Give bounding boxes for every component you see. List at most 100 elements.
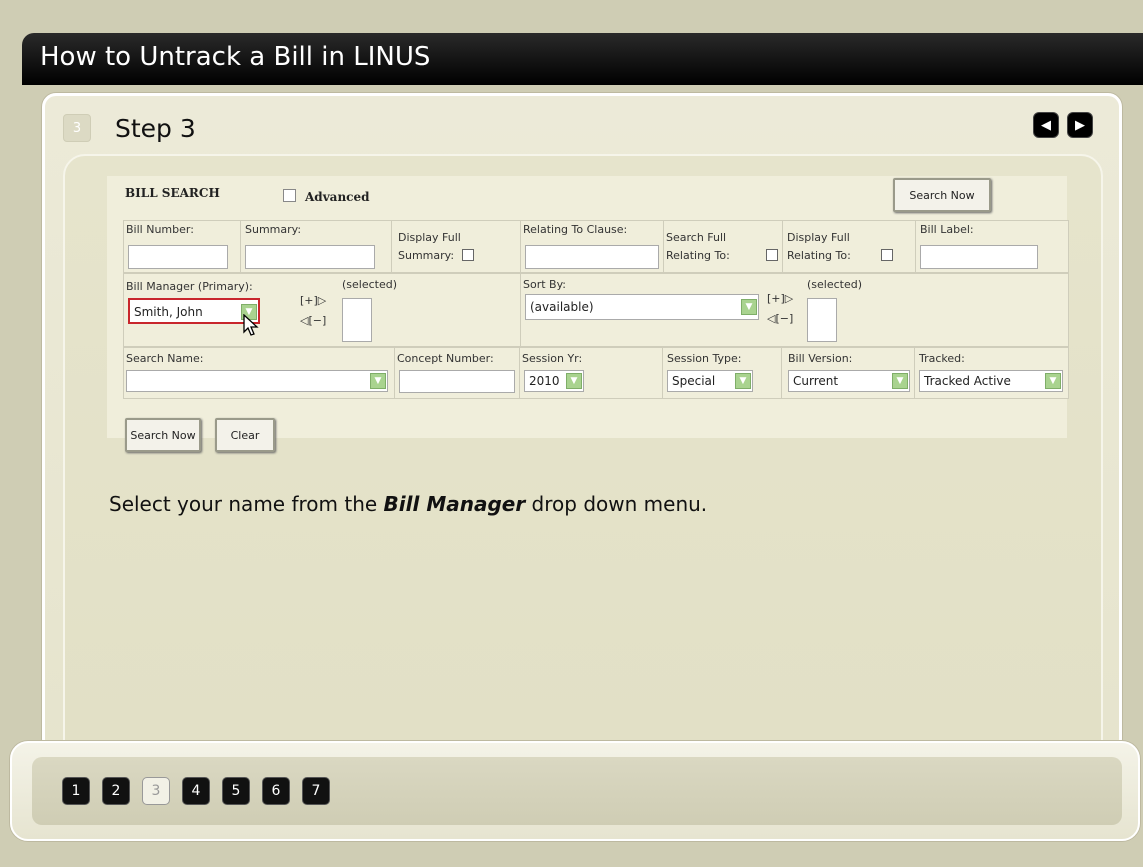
- summary-label: Summary:: [245, 223, 302, 236]
- instruction-pre: Select your name from the: [109, 492, 384, 516]
- advanced-label: Advanced: [305, 190, 370, 204]
- selected-sort-list[interactable]: [807, 298, 837, 342]
- sort-by-select[interactable]: (available) ▼: [525, 294, 759, 320]
- step-header: 3 Step 3: [63, 108, 196, 148]
- page-button-4[interactable]: 4: [182, 777, 210, 805]
- tracked-label: Tracked:: [919, 352, 965, 365]
- relating-clause-input[interactable]: [525, 245, 659, 269]
- page-buttons: 1 2 3 4 5 6 7: [62, 777, 330, 805]
- search-full-label-1: Search Full: [666, 231, 727, 244]
- concept-number-input[interactable]: [399, 370, 515, 393]
- session-type-select[interactable]: Special ▼: [667, 370, 753, 392]
- clear-button[interactable]: Clear: [215, 418, 275, 452]
- display-full-summary-label-2: Summary:: [398, 249, 455, 262]
- add-sort-icon[interactable]: [+]▷: [767, 292, 793, 305]
- instruction-post: drop down menu.: [525, 492, 708, 516]
- remove-sort-icon[interactable]: ◁[−]: [767, 312, 793, 325]
- step-panel: 3 Step 3 ◀ ▶ BILL SEARCH Advanced Search…: [42, 93, 1122, 754]
- cell-display-full-relating: Display Full Relating To:: [783, 221, 915, 272]
- search-now-button[interactable]: Search Now: [125, 418, 201, 452]
- tracked-select[interactable]: Tracked Active ▼: [919, 370, 1063, 392]
- search-full-checkbox[interactable]: [766, 249, 778, 261]
- chevron-down-icon: ▼: [735, 373, 751, 389]
- content-card: BILL SEARCH Advanced Search Now Bill Num…: [63, 154, 1103, 754]
- cell-tracked: Tracked: Tracked Active ▼: [915, 348, 1068, 398]
- previous-step-button[interactable]: ◀: [1033, 112, 1059, 138]
- instruction-emphasis: Bill Manager: [383, 492, 526, 516]
- search-now-top-button[interactable]: Search Now: [893, 178, 991, 212]
- cell-bill-version: Bill Version: Current ▼: [782, 348, 914, 398]
- cell-relating-clause: Relating To Clause:: [521, 221, 663, 272]
- search-full-label-2: Relating To:: [666, 249, 730, 262]
- instruction-text: Select your name from the Bill Manager d…: [109, 492, 707, 516]
- cell-display-full-summary: Display Full Summary:: [392, 221, 520, 272]
- page-button-2[interactable]: 2: [102, 777, 130, 805]
- form-row-3: Search Name: ▼ Concept Number: Session Y…: [123, 347, 1069, 399]
- chevron-down-icon: ▼: [1045, 373, 1061, 389]
- step-navigation: ◀ ▶: [1033, 112, 1093, 138]
- add-manager-icon[interactable]: [+]▷: [300, 294, 326, 307]
- sort-by-value: (available): [530, 300, 594, 314]
- cell-session-type: Session Type: Special ▼: [663, 348, 781, 398]
- display-full-relating-label-2: Relating To:: [787, 249, 851, 262]
- cell-bill-label: Bill Label:: [916, 221, 1068, 272]
- chevron-down-icon: ▼: [892, 373, 908, 389]
- page-button-7[interactable]: 7: [302, 777, 330, 805]
- bill-manager-label: Bill Manager (Primary):: [126, 280, 253, 293]
- summary-input[interactable]: [245, 245, 375, 269]
- page-button-6[interactable]: 6: [262, 777, 290, 805]
- remove-manager-icon[interactable]: ◁[−]: [300, 314, 326, 327]
- bill-label-label: Bill Label:: [920, 223, 974, 236]
- page-button-5[interactable]: 5: [222, 777, 250, 805]
- previous-icon: ◀: [1041, 117, 1051, 133]
- page-title: How to Untrack a Bill in LINUS: [22, 33, 1143, 85]
- cell-sort-by: Sort By: (available) ▼ [+]▷ ◁[−] (select…: [521, 274, 1068, 346]
- bill-version-select[interactable]: Current ▼: [788, 370, 910, 392]
- bill-search-screenshot: BILL SEARCH Advanced Search Now Bill Num…: [107, 176, 1069, 452]
- page-button-1[interactable]: 1: [62, 777, 90, 805]
- cell-bill-number: Bill Number:: [124, 221, 240, 272]
- chevron-down-icon: ▼: [370, 373, 386, 389]
- page-navigation-inner: 1 2 3 4 5 6 7: [32, 757, 1122, 825]
- search-name-label: Search Name:: [126, 352, 204, 365]
- tracked-value: Tracked Active: [924, 374, 1011, 388]
- selected-manager-list[interactable]: [342, 298, 372, 342]
- bill-manager-value: Smith, John: [134, 305, 203, 319]
- session-yr-label: Session Yr:: [522, 352, 583, 365]
- concept-number-label: Concept Number:: [397, 352, 494, 365]
- cell-summary: Summary:: [241, 221, 391, 272]
- selected-manager-label: (selected): [342, 278, 398, 291]
- next-icon: ▶: [1075, 117, 1085, 133]
- step-number-badge: 3: [63, 114, 91, 142]
- display-full-relating-label-1: Display Full: [787, 231, 850, 244]
- cell-session-yr: Session Yr: 2010 ▼: [520, 348, 662, 398]
- display-full-summary-label-1: Display Full: [398, 231, 461, 244]
- bill-number-input[interactable]: [128, 245, 228, 269]
- session-type-label: Session Type:: [667, 352, 742, 365]
- display-full-summary-checkbox[interactable]: [462, 249, 474, 261]
- search-name-select[interactable]: ▼: [126, 370, 388, 392]
- cell-concept-number: Concept Number:: [395, 348, 519, 398]
- display-full-relating-checkbox[interactable]: [881, 249, 893, 261]
- session-yr-value: 2010: [529, 374, 560, 388]
- form-row-1: Bill Number: Summary: Display Full Summa…: [123, 220, 1069, 273]
- session-yr-select[interactable]: 2010 ▼: [524, 370, 584, 392]
- bill-version-label: Bill Version:: [788, 352, 853, 365]
- bill-number-label: Bill Number:: [126, 223, 194, 236]
- next-step-button[interactable]: ▶: [1067, 112, 1093, 138]
- cursor-icon: [243, 314, 259, 336]
- chevron-down-icon: ▼: [741, 299, 757, 315]
- form-row-2: Bill Manager (Primary): Smith, John ▼ [+…: [123, 273, 1069, 347]
- selected-sort-label: (selected): [807, 278, 863, 291]
- advanced-checkbox[interactable]: [283, 189, 296, 202]
- session-type-value: Special: [672, 374, 716, 388]
- cell-search-name: Search Name: ▼: [124, 348, 394, 398]
- step-title: Step 3: [115, 113, 196, 143]
- bill-label-input[interactable]: [920, 245, 1038, 269]
- page-button-3[interactable]: 3: [142, 777, 170, 805]
- bill-search-heading: BILL SEARCH: [125, 186, 220, 200]
- bill-version-value: Current: [793, 374, 839, 388]
- relating-clause-label: Relating To Clause:: [523, 223, 628, 236]
- bill-manager-select[interactable]: Smith, John ▼: [128, 298, 260, 324]
- sort-by-label: Sort By:: [523, 278, 567, 291]
